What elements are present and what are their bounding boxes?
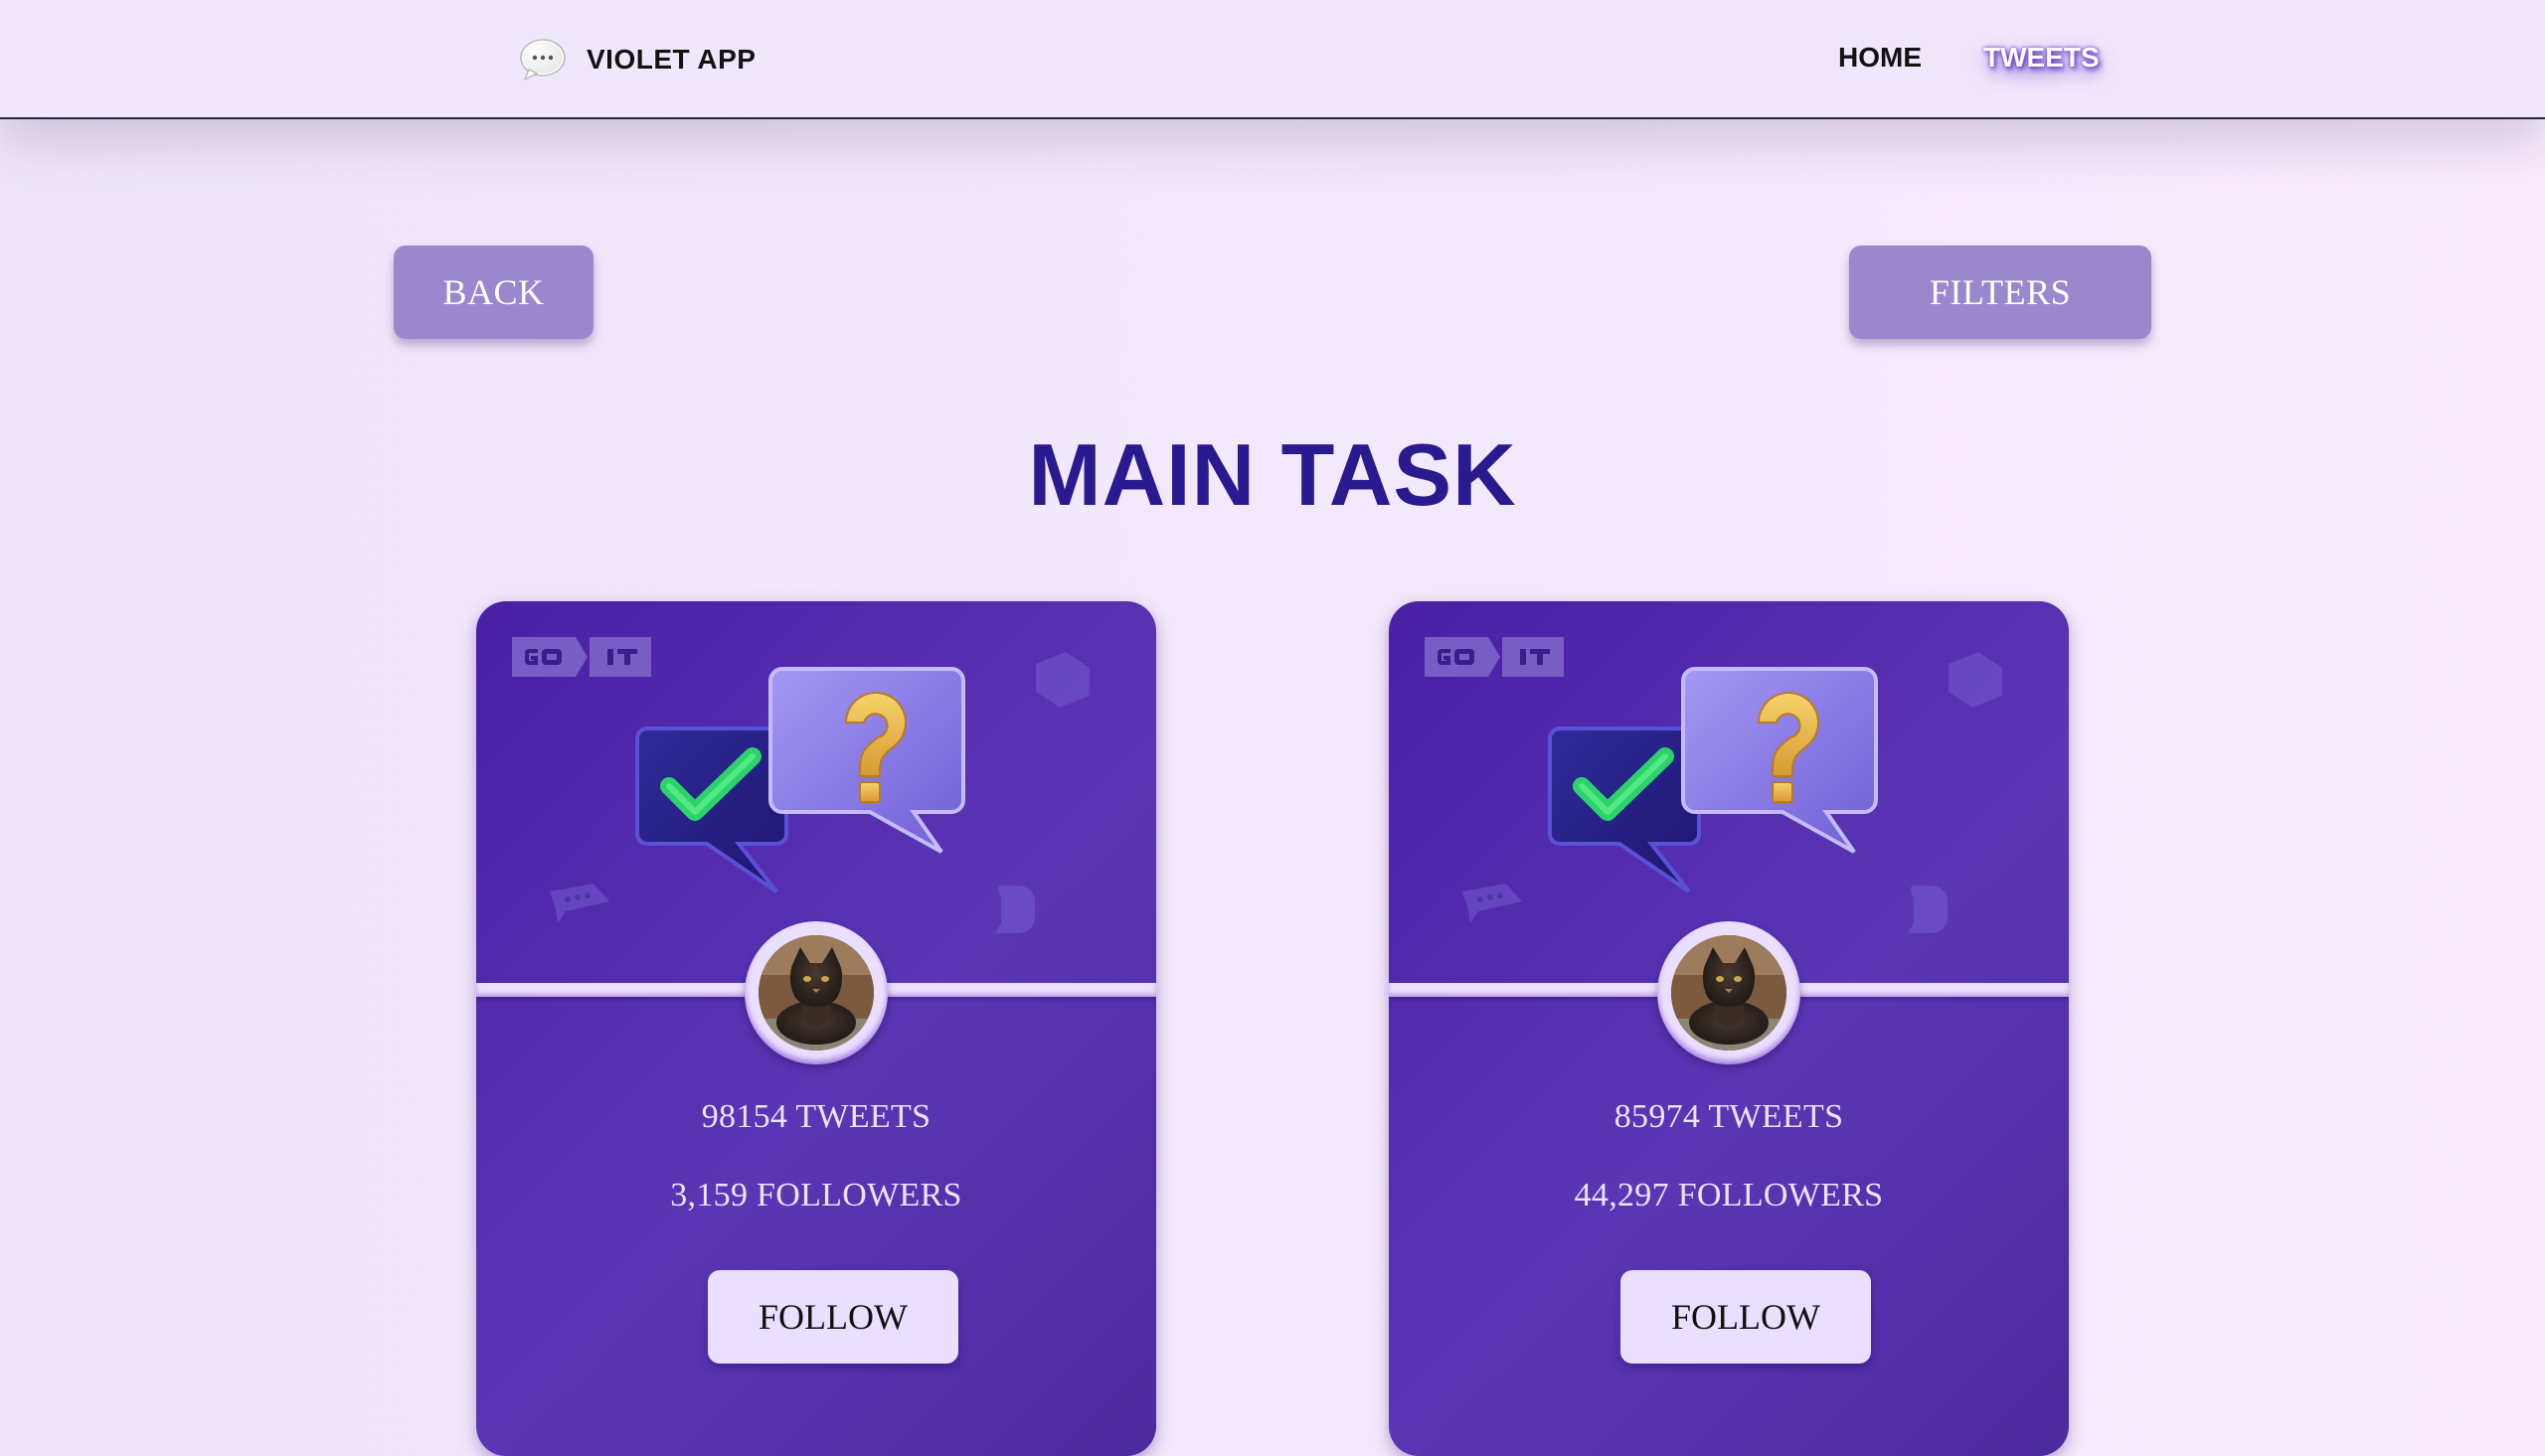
decor-chat-icon	[1028, 646, 1098, 716]
chat-bubble-icon	[517, 34, 569, 85]
avatar-frame	[1657, 921, 1800, 1064]
app-name: VIOLET APP	[587, 44, 757, 75]
decor-dots-icon	[1456, 878, 1528, 927]
user-card: 85974 TWEETS 44,297 FOLLOWERS FOLLOW	[1389, 601, 2069, 1456]
nav-tweets-link[interactable]: TWEETS	[1983, 42, 2100, 74]
followers-count: 3,159 FOLLOWERS	[670, 1177, 962, 1213]
nav-home-link[interactable]: HOME	[1838, 42, 1922, 74]
page-title: MAIN TASK	[0, 422, 2545, 528]
decor-dots-icon	[544, 878, 615, 927]
follow-button[interactable]: FOLLOW	[708, 1270, 958, 1364]
user-card: 98154 TWEETS 3,159 FOLLOWERS FOLLOW	[476, 601, 1156, 1456]
chat-check-question-icon	[1538, 661, 1896, 909]
follow-button[interactable]: FOLLOW	[1620, 1270, 1871, 1364]
back-button[interactable]: BACK	[394, 245, 594, 339]
chat-check-question-icon	[625, 661, 983, 909]
avatar	[1671, 935, 1786, 1051]
avatar	[759, 935, 874, 1051]
avatar-frame	[745, 921, 888, 1064]
decor-bubble-icon	[1898, 880, 1957, 939]
filters-button[interactable]: FILTERS	[1849, 245, 2151, 339]
cat-avatar	[1671, 935, 1786, 1051]
top-header: VIOLET APP HOME TWEETS	[0, 0, 2545, 119]
followers-count: 44,297 FOLLOWERS	[1574, 1177, 1884, 1213]
decor-chat-icon	[1941, 646, 2010, 716]
tweets-count: 85974 TWEETS	[1613, 1098, 1844, 1135]
app-logo[interactable]: VIOLET APP	[517, 34, 756, 85]
decor-bubble-icon	[985, 880, 1045, 939]
cat-avatar	[759, 935, 874, 1051]
tweets-count: 98154 TWEETS	[701, 1098, 932, 1135]
